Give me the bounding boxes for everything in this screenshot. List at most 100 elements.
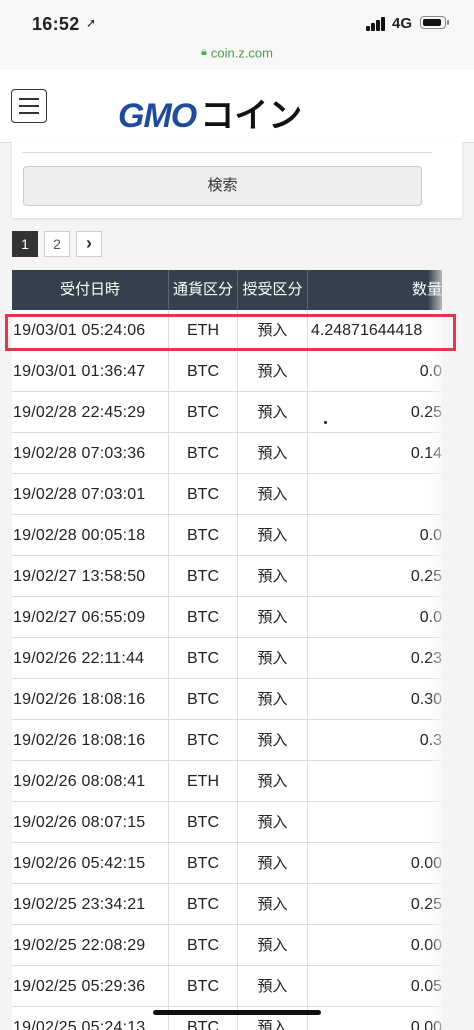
status-time: 16:52	[32, 14, 80, 34]
cell-currency: BTC	[169, 351, 238, 392]
cell-date: 19/02/26 08:08:41	[12, 761, 169, 802]
table-row: 19/02/25 05:29:36 BTC 預入 0.05	[12, 966, 442, 1007]
cell-currency: ETH	[169, 761, 238, 802]
table-row: 19/02/26 22:11:44 BTC 預入 0.23	[12, 638, 442, 679]
cell-currency: BTC	[169, 474, 238, 515]
scroll-fade	[428, 270, 458, 1030]
cell-amount: 0.00	[308, 843, 442, 884]
search-button[interactable]: 検索	[23, 166, 422, 206]
table-row: 19/02/27 06:55:09BTC預入0.0	[12, 597, 442, 638]
table-row: 19/02/28 07:03:36 BTC 預入 0.14	[12, 433, 442, 474]
table-row: 19/02/28 00:05:18BTC預入0.0	[12, 515, 442, 556]
cell-date: 19/02/26 18:08:16	[12, 720, 169, 761]
cell-amount: 0.3	[308, 720, 442, 761]
status-bar: 16:52 ➚ 4G	[0, 0, 474, 44]
page-1-button[interactable]: 1	[12, 231, 38, 257]
cell-currency: BTC	[169, 966, 238, 1007]
cell-amount: 0.14	[308, 433, 442, 474]
site-header: GMO コイン	[0, 70, 474, 143]
table-row: 19/02/26 08:08:41 ETH 預入	[12, 761, 442, 802]
cell-date: 19/02/25 05:29:36	[12, 966, 169, 1007]
cell-date: 19/03/01 01:36:47	[12, 351, 169, 392]
table-header: 受付日時 通貨区分 授受区分 数量	[12, 270, 442, 310]
header-amount: 数量	[411, 281, 442, 298]
cell-currency: BTC	[169, 638, 238, 679]
cell-currency: BTC	[169, 515, 238, 556]
cell-amount	[308, 761, 442, 802]
cell-type: 預入	[238, 761, 308, 802]
cell-amount: 0.00	[308, 925, 442, 966]
url-text: coin.z.com	[210, 45, 273, 61]
page-2-button[interactable]: 2	[44, 231, 70, 257]
cell-date: 19/02/25 22:08:29	[12, 925, 169, 966]
cell-date: 19/02/28 22:45:29	[12, 392, 169, 433]
hamburger-menu-button[interactable]	[11, 89, 47, 123]
cell-date: 19/02/28 07:03:01	[12, 474, 169, 515]
cell-currency: BTC	[169, 802, 238, 843]
cell-currency: BTC	[169, 925, 238, 966]
next-page-icon[interactable]: ›	[76, 231, 102, 257]
network-type: 4G	[392, 15, 413, 32]
cell-amount	[308, 474, 442, 515]
cell-type: 預入	[238, 392, 308, 433]
cell-type: 預入	[238, 802, 308, 843]
cell-currency: BTC	[169, 597, 238, 638]
table-row: 19/02/25 23:34:21 BTC 預入 0.25	[12, 884, 442, 925]
cell-date: 19/02/28 00:05:18	[12, 515, 169, 556]
cell-currency: BTC	[169, 392, 238, 433]
cell-date: 19/02/27 13:58:50	[12, 556, 169, 597]
cell-amount: 0.0	[308, 597, 442, 638]
header-type: 授受区分	[238, 270, 308, 310]
header-currency: 通貨区分	[169, 270, 238, 310]
cell-date: 19/02/25 23:34:21	[12, 884, 169, 925]
location-arrow-icon: ➚	[86, 16, 97, 30]
cell-type: 預入	[238, 433, 308, 474]
cell-type: 預入	[238, 556, 308, 597]
divider	[22, 152, 432, 153]
cell-type: 預入	[238, 351, 308, 392]
cell-amount	[308, 802, 442, 843]
table-row: 19/03/01 01:36:47BTC預入0.0	[12, 351, 442, 392]
cell-date: 19/02/26 18:08:16	[12, 679, 169, 720]
table-row: 19/02/28 07:03:01 BTC 預入	[12, 474, 442, 515]
gmo-coin-logo[interactable]: GMO コイン	[118, 88, 302, 136]
cell-currency: BTC	[169, 679, 238, 720]
cell-type: 預入	[238, 597, 308, 638]
cell-date: 19/02/26 05:42:15	[12, 843, 169, 884]
cell-amount: 0.30	[308, 679, 442, 720]
highlight-box	[5, 314, 456, 351]
home-indicator[interactable]	[153, 1010, 321, 1015]
cell-type: 預入	[238, 966, 308, 1007]
cell-amount: 0.0	[308, 515, 442, 556]
cell-type: 預入	[238, 925, 308, 966]
cell-type: 預入	[238, 843, 308, 884]
cell-amount: 0.05	[308, 966, 442, 1007]
table-row: 19/02/26 18:08:16 BTC 預入 0.30	[12, 679, 442, 720]
history-table: 受付日時 通貨区分 授受区分 数量 19/03/01 05:24:06 ETH 預入…	[12, 270, 442, 1030]
url-bar[interactable]: 🔒︎ coin.z.com	[0, 44, 474, 70]
cell-date: 19/02/28 07:03:36	[12, 433, 169, 474]
cell-type: 預入	[238, 474, 308, 515]
table-row: 19/02/28 22:45:29 BTC 預入 0.25	[12, 392, 442, 433]
cell-amount: 0.25	[308, 556, 442, 597]
cell-amount: 0.00	[308, 1007, 442, 1030]
cell-date: 19/02/26 22:11:44	[12, 638, 169, 679]
touch-dot	[324, 421, 327, 424]
table-row: 19/02/26 18:08:16BTC預入0.3	[12, 720, 442, 761]
table-row: 19/02/25 22:08:29 BTC 預入 0.00	[12, 925, 442, 966]
lock-icon: 🔒︎	[201, 46, 207, 59]
cell-amount: 0.25	[308, 392, 442, 433]
table-row: 19/02/27 13:58:50 BTC 預入 0.25	[12, 556, 442, 597]
battery-icon	[420, 16, 449, 29]
cell-currency: BTC	[169, 556, 238, 597]
header-date: 受付日時	[12, 270, 169, 310]
cell-amount: 0.25	[308, 884, 442, 925]
signal-icon	[366, 17, 388, 31]
search-card: 検索	[12, 142, 462, 218]
cell-date: 19/02/25 05:24:13	[12, 1007, 169, 1030]
cell-type: 預入	[238, 884, 308, 925]
cell-amount: 0.23	[308, 638, 442, 679]
logo-gmo-text: GMO	[118, 97, 197, 135]
cell-amount: 0.0	[308, 351, 442, 392]
cell-currency: BTC	[169, 884, 238, 925]
